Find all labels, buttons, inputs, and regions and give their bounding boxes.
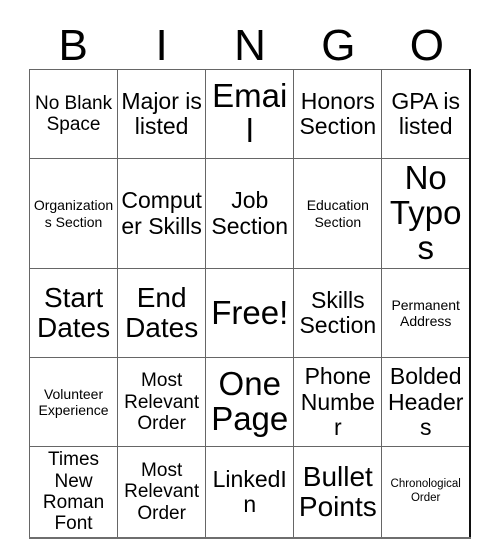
bingo-header-letter-i: I: [155, 21, 168, 70]
bingo-cell-g2[interactable]: Education Section: [293, 158, 383, 270]
bingo-cell-o3[interactable]: Permanent Address: [381, 268, 471, 359]
bingo-cell-label: Start Dates: [36, 281, 111, 344]
bingo-cell-n2[interactable]: Job Section: [205, 158, 295, 270]
bingo-cell-label: Times New Roman Font: [42, 449, 105, 535]
bingo-cell-label: Volunteer Experience: [38, 386, 109, 419]
bingo-cell-g1[interactable]: Honors Section: [293, 68, 383, 160]
bingo-cell-b1[interactable]: No Blank Space: [28, 68, 119, 160]
bingo-card: B I N G O No Blank Space Major is listed…: [28, 8, 471, 539]
bingo-cell-i3[interactable]: End Dates: [117, 268, 207, 359]
bingo-cell-label: End Dates: [125, 281, 199, 344]
bingo-cell-label: No Blank Space: [34, 92, 113, 136]
bingo-cell-label: Bolded Headers: [387, 363, 464, 441]
bingo-cell-label: Chronological Order: [390, 478, 461, 504]
bingo-header-row: B I N G O: [29, 8, 471, 69]
bingo-cell-i1[interactable]: Major is listed: [117, 68, 207, 160]
bingo-cell-label: One Page: [211, 365, 289, 438]
bingo-cell-label: Honors Section: [299, 87, 377, 140]
bingo-cell-b5[interactable]: Times New Roman Font: [28, 446, 119, 539]
bingo-cell-i5[interactable]: Most Relevant Order: [117, 446, 207, 539]
bingo-cell-label: Most Relevant Order: [124, 460, 200, 524]
bingo-cell-label: Major is listed: [121, 87, 202, 140]
bingo-cell-b4[interactable]: Volunteer Experience: [28, 357, 119, 448]
bingo-cell-free[interactable]: Free!: [205, 268, 295, 359]
bingo-row: Volunteer Experience Most Relevant Order…: [28, 357, 471, 448]
bingo-header-letter-g: G: [321, 21, 356, 70]
bingo-cell-label: Permanent Address: [391, 296, 460, 330]
bingo-header-letter-n: N: [234, 21, 266, 70]
bingo-row: Start Dates End Dates Free! Skills Secti…: [28, 268, 471, 359]
bingo-cell-label: Organizations Section: [33, 197, 114, 230]
bingo-cell-label: Bullet Points: [298, 460, 377, 522]
bingo-row: Times New Roman Font Most Relevant Order…: [28, 446, 471, 539]
bingo-header-letter-o: O: [409, 21, 444, 70]
bingo-cell-g5[interactable]: Bullet Points: [293, 446, 383, 539]
bingo-cell-g3[interactable]: Skills Section: [293, 268, 383, 359]
bingo-cell-label: GPA is listed: [391, 87, 460, 140]
bingo-cell-g4[interactable]: Phone Number: [293, 357, 383, 448]
bingo-cell-o5[interactable]: Chronological Order: [381, 446, 471, 539]
bingo-cell-b2[interactable]: Organizations Section: [28, 158, 119, 270]
bingo-cell-b3[interactable]: Start Dates: [28, 268, 119, 359]
bingo-cell-label: Computer Skills: [121, 187, 202, 239]
bingo-cell-n4[interactable]: One Page: [205, 357, 295, 448]
bingo-row: Organizations Section Computer Skills Jo…: [28, 158, 471, 270]
bingo-cell-o1[interactable]: GPA is listed: [381, 68, 471, 160]
bingo-cell-label: Skills Section: [299, 286, 377, 339]
bingo-cell-label: Phone Number: [300, 363, 375, 441]
bingo-cell-i4[interactable]: Most Relevant Order: [117, 357, 207, 448]
bingo-cell-label: Education Section: [306, 197, 369, 230]
bingo-cell-n1[interactable]: Email: [205, 68, 295, 160]
bingo-cell-o4[interactable]: Bolded Headers: [381, 357, 471, 448]
bingo-grid: No Blank Space Major is listed Email Hon…: [28, 68, 471, 539]
bingo-cell-label: LinkedIn: [212, 465, 287, 517]
bingo-cell-label: No Typos: [389, 159, 462, 267]
bingo-header-letter-b: B: [58, 21, 88, 70]
bingo-cell-label: Most Relevant Order: [124, 370, 200, 434]
bingo-row: No Blank Space Major is listed Email Hon…: [28, 68, 471, 160]
bingo-cell-label: Email: [212, 77, 288, 150]
bingo-cell-n5[interactable]: LinkedIn: [205, 446, 295, 539]
bingo-cell-label: Job Section: [211, 187, 289, 239]
bingo-free-space-label: Free!: [211, 293, 289, 331]
bingo-cell-i2[interactable]: Computer Skills: [117, 158, 207, 270]
bingo-cell-o2[interactable]: No Typos: [381, 158, 471, 270]
